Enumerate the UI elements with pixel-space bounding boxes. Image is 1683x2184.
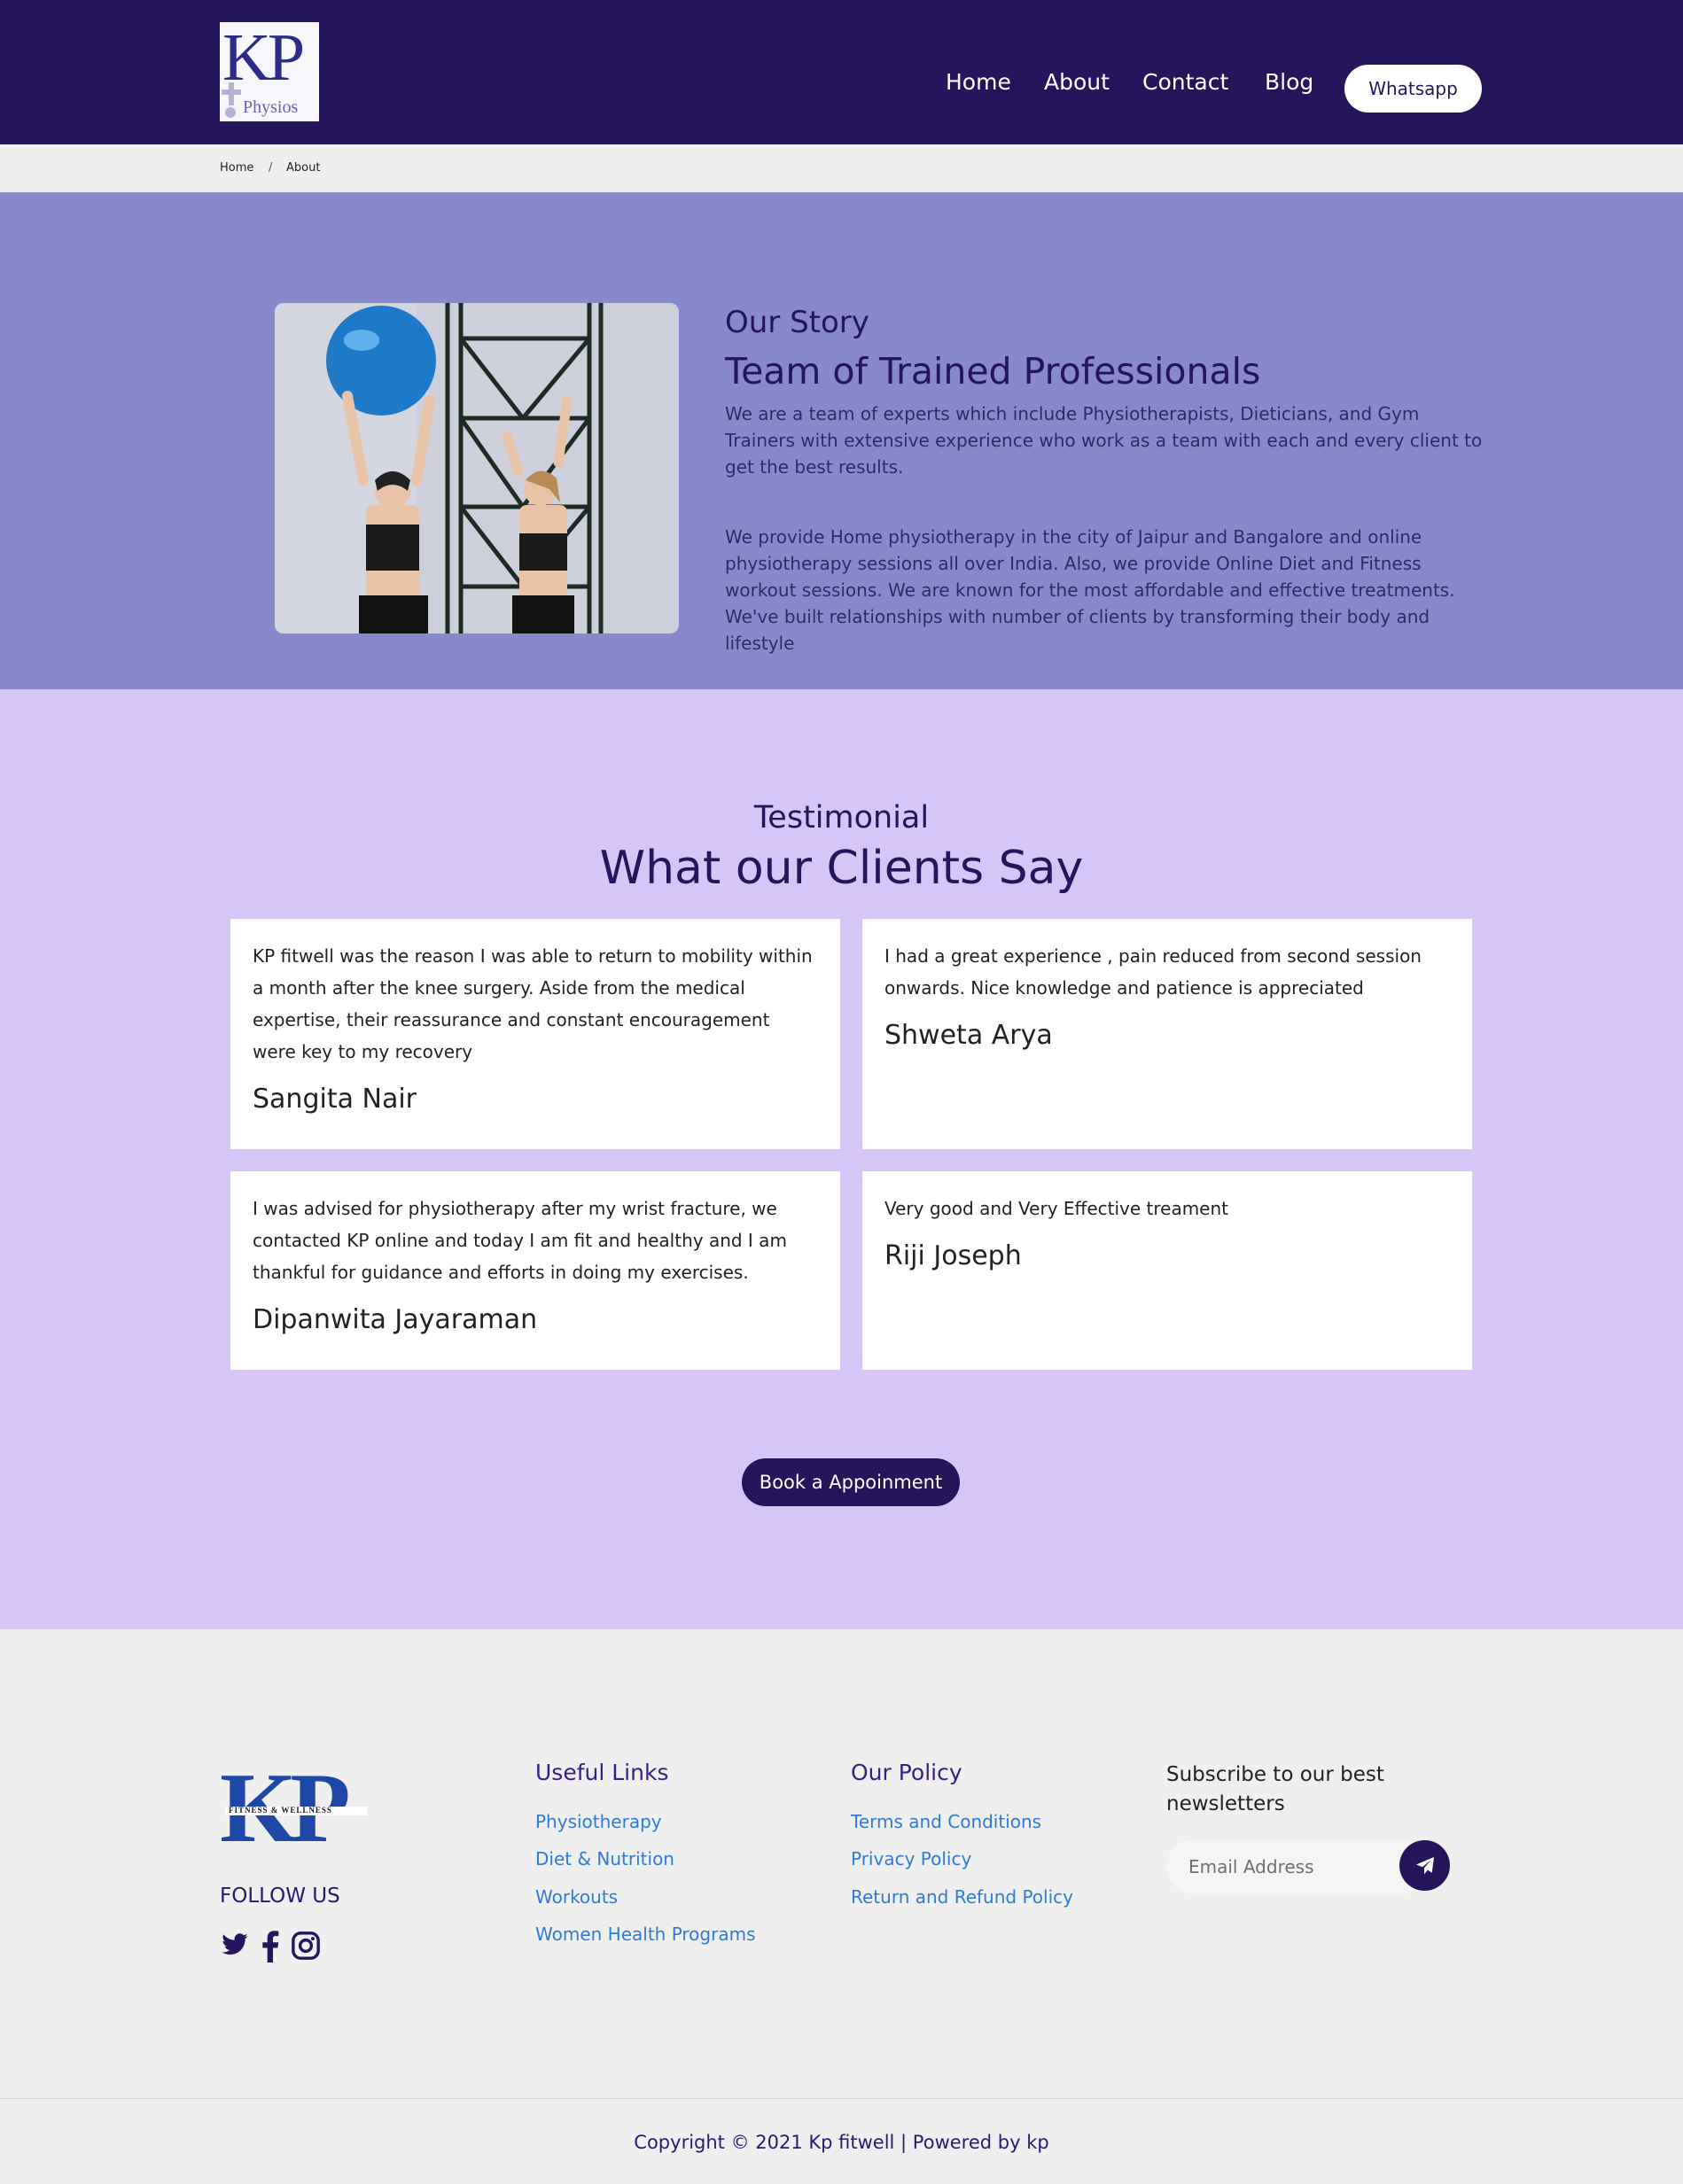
book-appointment-button[interactable]: Book a Appoinment (742, 1458, 960, 1506)
nav-about[interactable]: About (1044, 71, 1110, 93)
paper-plane-icon (1415, 1856, 1434, 1874)
testimonials-title: What our Clients Say (599, 842, 1084, 895)
twitter-icon[interactable] (220, 1931, 250, 1962)
testimonial-card: I had a great experience , pain reduced … (862, 919, 1472, 1149)
newsletter-email-input[interactable] (1166, 1840, 1432, 1893)
footer-link-terms[interactable]: Terms and Conditions (851, 1811, 1041, 1832)
testimonial-author: Shweta Arya (884, 1020, 1053, 1051)
footer-link-diet[interactable]: Diet & Nutrition (535, 1848, 674, 1869)
story-paragraph-1: We are a team of experts which include P… (725, 403, 1483, 478)
testimonials-kicker: Testimonial (753, 800, 930, 836)
whatsapp-button[interactable]: Whatsapp (1344, 65, 1482, 113)
breadcrumb: Home / About (0, 144, 1683, 192)
nav-contact[interactable]: Contact (1142, 71, 1228, 93)
testimonial-card: Very good and Very Effective treament Ri… (862, 1171, 1472, 1370)
fitness-photo-illustration (275, 303, 679, 633)
our-story-section: Our Story Team of Trained Professionals … (0, 192, 1683, 689)
testimonial-text: I had a great experience , pain reduced … (884, 945, 1422, 999)
breadcrumb-current: About (286, 161, 321, 175)
footer-bottom-bar: Copyright © 2021 Kp fitwell | Powered by… (0, 2098, 1683, 2184)
site-logo[interactable]: KP Physios (220, 22, 319, 121)
footer-link-workouts[interactable]: Workouts (535, 1886, 618, 1908)
breadcrumb-separator: / (269, 161, 273, 175)
logo-text: KP (222, 22, 305, 95)
story-title: Team of Trained Professionals (725, 350, 1261, 392)
footer-link-privacy[interactable]: Privacy Policy (851, 1848, 971, 1869)
testimonials-section: Testimonial What our Clients Say KP fitw… (0, 689, 1683, 1629)
facebook-icon[interactable] (261, 1931, 279, 1966)
footer-link-physiotherapy[interactable]: Physiotherapy (535, 1811, 662, 1832)
testimonial-text: I was advised for physiotherapy after my… (253, 1198, 787, 1283)
logo-subtext: Physios (243, 97, 299, 117)
newsletter-heading: Subscribe to our best newsletters (1166, 1763, 1384, 1815)
testimonial-author: Riji Joseph (884, 1240, 1022, 1271)
policy-heading: Our Policy (851, 1760, 962, 1785)
story-paragraph-2: We provide Home physiotherapy in the cit… (725, 526, 1455, 654)
story-photo (275, 303, 679, 633)
copyright-text: Copyright © 2021 Kp fitwell | Powered by… (634, 2132, 1049, 2153)
testimonial-card: KP fitwell was the reason I was able to … (230, 919, 840, 1149)
story-kicker: Our Story (725, 305, 869, 340)
footer-logo-tagline: FITNESS & WELLNESS (229, 1806, 332, 1815)
testimonial-card: I was advised for physiotherapy after my… (230, 1171, 840, 1370)
follow-us-label: FOLLOW US (220, 1885, 340, 1908)
testimonial-text: Very good and Very Effective treament (884, 1198, 1229, 1219)
testimonial-author: Sangita Nair (253, 1084, 417, 1115)
site-header: KP Physios Home About Contact Blog Whats… (0, 0, 1683, 144)
useful-links-heading: Useful Links (535, 1760, 669, 1785)
nav-home[interactable]: Home (946, 71, 1011, 93)
testimonial-author: Dipanwita Jayaraman (253, 1304, 538, 1335)
footer-link-women-health[interactable]: Women Health Programs (535, 1924, 756, 1945)
newsletter-submit-button[interactable] (1399, 1840, 1450, 1891)
testimonial-text: KP fitwell was the reason I was able to … (253, 945, 813, 1062)
breadcrumb-home[interactable]: Home (220, 161, 253, 175)
site-footer: KP FITNESS & WELLNESS FOLLOW US Useful L… (0, 1629, 1683, 2099)
footer-link-refund[interactable]: Return and Refund Policy (851, 1886, 1073, 1908)
instagram-icon[interactable] (291, 1931, 321, 1964)
logo-dot (225, 107, 236, 118)
footer-logo[interactable]: KP FITNESS & WELLNESS (220, 1759, 375, 1858)
nav-blog[interactable]: Blog (1265, 71, 1313, 93)
